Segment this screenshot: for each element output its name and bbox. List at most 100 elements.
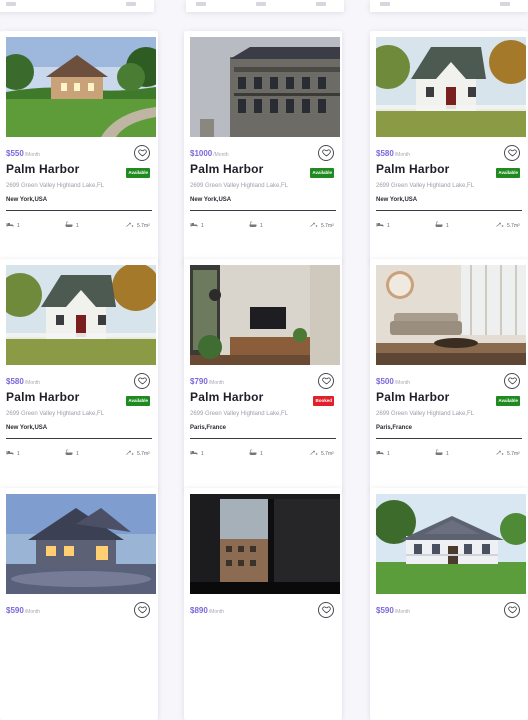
listing-address: 2699 Green Valley Highland Lake,FL xyxy=(376,411,474,417)
bed-icon xyxy=(190,221,201,230)
property-photo[interactable] xyxy=(376,265,526,365)
divider xyxy=(190,210,336,211)
favorite-button[interactable] xyxy=(504,145,520,161)
bath-icon xyxy=(435,449,446,458)
property-photo[interactable] xyxy=(376,37,526,137)
listing-card-partial[interactable] xyxy=(370,0,528,12)
listing-city: New York,USA xyxy=(376,197,418,203)
divider xyxy=(190,438,336,439)
listing-city: New York,USA xyxy=(6,425,48,431)
heart-icon xyxy=(321,372,331,390)
baths-count: 1 xyxy=(65,221,79,230)
favorite-button[interactable] xyxy=(318,145,334,161)
ruler-icon xyxy=(496,221,507,230)
listing-card[interactable]: $590/Month xyxy=(370,488,528,720)
listing-card-partial[interactable] xyxy=(0,0,154,12)
property-photo[interactable] xyxy=(6,265,156,365)
property-photo[interactable] xyxy=(190,265,340,365)
property-photo[interactable] xyxy=(6,494,156,594)
listing-card[interactable]: $590/Month xyxy=(0,488,158,720)
listing-address: 2699 Green Valley Highland Lake,FL xyxy=(190,183,288,189)
favorite-button[interactable] xyxy=(134,145,150,161)
listing-title[interactable]: Palm Harbor xyxy=(6,162,80,176)
area-size: 5.7m² xyxy=(126,449,150,458)
listing-title[interactable]: Palm Harbor xyxy=(376,390,450,404)
listing-card-partial[interactable] xyxy=(186,0,344,12)
ruler-icon xyxy=(496,449,507,458)
bed-icon xyxy=(190,449,201,458)
listing-card[interactable]: $550/Month Palm Harbor Available 2699 Green… xyxy=(0,31,158,263)
status-badge: Available xyxy=(126,396,150,406)
beds-count: 1 xyxy=(190,221,204,230)
listing-card[interactable]: $580/Month Palm Harbor Available 2699 Green… xyxy=(0,259,158,491)
listing-card[interactable]: $1000/Month Palm Harbor Available 2699 Gree… xyxy=(184,31,342,263)
listing-city: Paris,France xyxy=(190,425,227,431)
favorite-button[interactable] xyxy=(504,602,520,618)
favorite-button[interactable] xyxy=(134,602,150,618)
ruler-icon xyxy=(310,221,321,230)
property-photo[interactable] xyxy=(6,37,156,137)
status-badge: Booked xyxy=(313,396,334,406)
listing-title[interactable]: Palm Harbor xyxy=(6,390,80,404)
heart-icon xyxy=(507,372,517,390)
listing-address: 2699 Green Valley Highland Lake,FL xyxy=(6,183,104,189)
heart-icon xyxy=(321,144,331,162)
bed-icon xyxy=(376,449,387,458)
price: $590/Month xyxy=(6,606,41,615)
heart-icon xyxy=(137,144,147,162)
favorite-button[interactable] xyxy=(318,373,334,389)
property-photo[interactable] xyxy=(190,494,340,594)
bed-icon xyxy=(376,221,387,230)
heart-icon xyxy=(507,601,517,619)
bath-icon xyxy=(249,449,260,458)
listing-city: New York,USA xyxy=(190,197,232,203)
price-period: /Month xyxy=(394,152,411,158)
listing-city: Paris,France xyxy=(376,425,413,431)
status-badge: Available xyxy=(496,396,520,406)
favorite-button[interactable] xyxy=(318,602,334,618)
listing-title[interactable]: Palm Harbor xyxy=(376,162,450,176)
price-period: /Month xyxy=(394,380,411,386)
price-period: /Month xyxy=(24,380,41,386)
listing-city: New York,USA xyxy=(6,197,48,203)
bath-icon xyxy=(249,221,260,230)
baths-count: 1 xyxy=(435,221,449,230)
listing-card[interactable]: $790/Month Palm Harbor Booked 2699 Green Va… xyxy=(184,259,342,491)
price: $580/Month xyxy=(376,149,411,158)
favorite-button[interactable] xyxy=(504,373,520,389)
listing-address: 2699 Green Valley Highland Lake,FL xyxy=(376,183,474,189)
heart-icon xyxy=(507,144,517,162)
ruler-icon xyxy=(126,221,137,230)
price: $500/Month xyxy=(376,377,411,386)
bed-icon xyxy=(6,449,17,458)
ruler-icon xyxy=(310,449,321,458)
bath-icon xyxy=(65,221,76,230)
property-photo[interactable] xyxy=(376,494,526,594)
price: $790/Month xyxy=(190,377,225,386)
listing-title[interactable]: Palm Harbor xyxy=(190,162,264,176)
listing-card[interactable]: $500/Month Palm Harbor Available 2699 Green… xyxy=(370,259,528,491)
favorite-button[interactable] xyxy=(134,373,150,389)
divider xyxy=(376,210,522,211)
listing-card[interactable]: $890/Month xyxy=(184,488,342,720)
property-photo[interactable] xyxy=(190,37,340,137)
baths-count: 1 xyxy=(249,221,263,230)
beds-count: 1 xyxy=(190,449,204,458)
bath-icon xyxy=(65,449,76,458)
listing-title[interactable]: Palm Harbor xyxy=(190,390,264,404)
status-badge: Available xyxy=(310,168,334,178)
area-size: 5.7m² xyxy=(496,221,520,230)
price-period: /Month xyxy=(394,609,411,615)
listing-card[interactable]: $580/Month Palm Harbor Available 2699 Green… xyxy=(370,31,528,263)
price-period: /Month xyxy=(24,152,41,158)
price: $550/Month xyxy=(6,149,41,158)
beds-count: 1 xyxy=(6,449,20,458)
price: $890/Month xyxy=(190,606,225,615)
listing-address: 2699 Green Valley Highland Lake,FL xyxy=(190,411,288,417)
heart-icon xyxy=(137,372,147,390)
area-size: 5.7m² xyxy=(310,449,334,458)
divider xyxy=(6,210,152,211)
bed-icon xyxy=(6,221,17,230)
price-period: /Month xyxy=(208,380,225,386)
price: $590/Month xyxy=(376,606,411,615)
